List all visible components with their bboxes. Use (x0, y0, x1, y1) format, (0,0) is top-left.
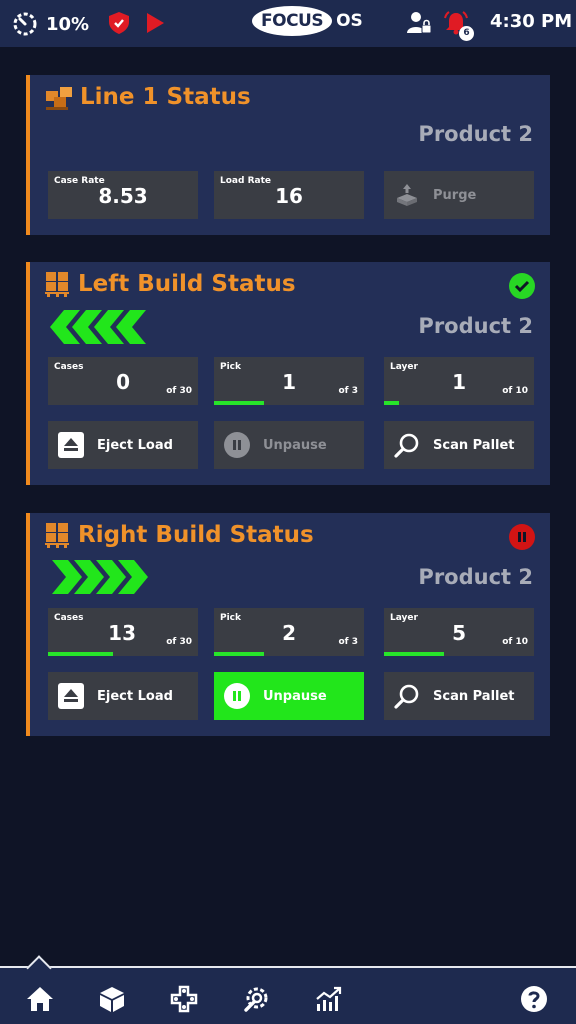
left-eject-label: Eject Load (97, 437, 173, 453)
load-rate-value: 16 (275, 184, 303, 208)
right-pick-of: of 3 (338, 637, 359, 647)
left-build-title-text: Left Build Status (78, 271, 296, 297)
right-layer-tile: Layer 5 of 10 (384, 608, 534, 656)
left-pick-tile: Pick 1 of 3 (214, 357, 364, 405)
focus-os-logo: FOCUS OS (252, 6, 363, 36)
home-icon[interactable] (26, 985, 54, 1013)
case-rate-tile: Case Rate 8.53 (48, 171, 198, 219)
pallet-boxes-icon (45, 272, 69, 297)
eject-icon (58, 432, 84, 458)
left-build-product: Product 2 (418, 314, 533, 338)
right-cases-value: 13 (108, 621, 136, 645)
left-cases-value: 0 (116, 370, 130, 394)
pause-circle-icon (224, 432, 250, 458)
load-rate-tile: Load Rate 16 (214, 171, 364, 219)
pallet-boxes-icon (45, 523, 69, 548)
trend-chart-icon[interactable] (314, 985, 342, 1013)
right-scan-pallet-button[interactable]: Scan Pallet (384, 672, 534, 720)
right-eject-label: Eject Load (97, 688, 173, 704)
battery-indicator: 10% (12, 11, 89, 37)
right-build-panel: Right Build Status Product 2 Cases 13 of… (26, 513, 550, 736)
right-layer-of: of 10 (502, 637, 528, 647)
left-layer-label: Layer (390, 362, 418, 372)
right-layer-label: Layer (390, 613, 418, 623)
build-ok-icon (509, 273, 535, 299)
line1-title-text: Line 1 Status (80, 84, 251, 110)
left-layer-value: 1 (452, 370, 466, 394)
left-eject-load-button[interactable]: Eject Load (48, 421, 198, 469)
right-pick-label: Pick (220, 613, 242, 623)
eject-icon (58, 683, 84, 709)
left-pick-progress (214, 401, 264, 405)
right-cases-tile: Cases 13 of 30 (48, 608, 198, 656)
user-lock-icon[interactable] (406, 11, 432, 35)
right-unpause-button[interactable]: Unpause (214, 672, 364, 720)
package-icon[interactable] (98, 985, 126, 1013)
gauge-icon (13, 12, 37, 36)
magnifier-icon (394, 432, 420, 458)
right-unpause-label: Unpause (263, 688, 327, 704)
left-cases-tile: Cases 0 of 30 (48, 357, 198, 405)
left-scan-label: Scan Pallet (433, 437, 515, 453)
active-indicator (26, 955, 52, 981)
build-paused-icon (509, 524, 535, 550)
left-unpause-label: Unpause (263, 437, 327, 453)
left-cases-of: of 30 (166, 386, 192, 396)
alarm-count-badge: 6 (459, 26, 474, 41)
left-layer-of: of 10 (502, 386, 528, 396)
help-icon[interactable] (520, 985, 548, 1013)
right-build-title-text: Right Build Status (78, 522, 314, 548)
left-layer-tile: Layer 1 of 10 (384, 357, 534, 405)
chevrons-right-icon (52, 560, 148, 594)
left-pick-value: 1 (282, 370, 296, 394)
battery-percent: 10% (46, 13, 90, 35)
pause-circle-icon (224, 683, 250, 709)
play-icon[interactable] (145, 12, 165, 34)
bottom-nav (0, 955, 576, 1024)
left-layer-progress (384, 401, 399, 405)
left-pick-label: Pick (220, 362, 242, 372)
right-pick-progress (214, 652, 264, 656)
right-pick-value: 2 (282, 621, 296, 645)
forklift-boxes-icon (46, 87, 72, 110)
magnifier-icon (394, 683, 420, 709)
right-cases-of: of 30 (166, 637, 192, 647)
clock: 4:30 PM (490, 11, 573, 32)
purge-button[interactable]: Purge (384, 171, 534, 219)
line1-status-panel: Line 1 Status Product 2 Case Rate 8.53 L… (26, 75, 550, 235)
line1-product: Product 2 (418, 122, 533, 146)
purge-label: Purge (433, 187, 477, 203)
logo-suffix: OS (336, 11, 363, 31)
chevrons-left-icon (50, 310, 146, 344)
right-cases-progress (48, 652, 113, 656)
left-scan-pallet-button[interactable]: Scan Pallet (384, 421, 534, 469)
left-unpause-button[interactable]: Unpause (214, 421, 364, 469)
right-build-title: Right Build Status (44, 521, 314, 549)
wrench-gear-icon[interactable] (242, 985, 270, 1013)
status-bar: 10% FOCUS OS 6 4:30 PM (0, 0, 576, 47)
right-layer-progress (384, 652, 444, 656)
right-scan-label: Scan Pallet (433, 688, 515, 704)
logo-text: FOCUS (252, 6, 333, 36)
line1-title: Line 1 Status (44, 83, 251, 111)
gamepad-icon[interactable] (170, 985, 198, 1013)
right-eject-load-button[interactable]: Eject Load (48, 672, 198, 720)
left-build-panel: Left Build Status Product 2 Cases 0 of 3… (26, 262, 550, 485)
right-layer-value: 5 (452, 621, 466, 645)
right-pick-tile: Pick 2 of 3 (214, 608, 364, 656)
left-build-title: Left Build Status (44, 270, 296, 298)
shield-alert-icon[interactable] (108, 11, 130, 35)
case-rate-value: 8.53 (98, 184, 148, 208)
purge-icon (394, 182, 420, 208)
left-cases-label: Cases (54, 362, 84, 372)
left-pick-of: of 3 (338, 386, 359, 396)
right-build-product: Product 2 (418, 565, 533, 589)
right-cases-label: Cases (54, 613, 84, 623)
